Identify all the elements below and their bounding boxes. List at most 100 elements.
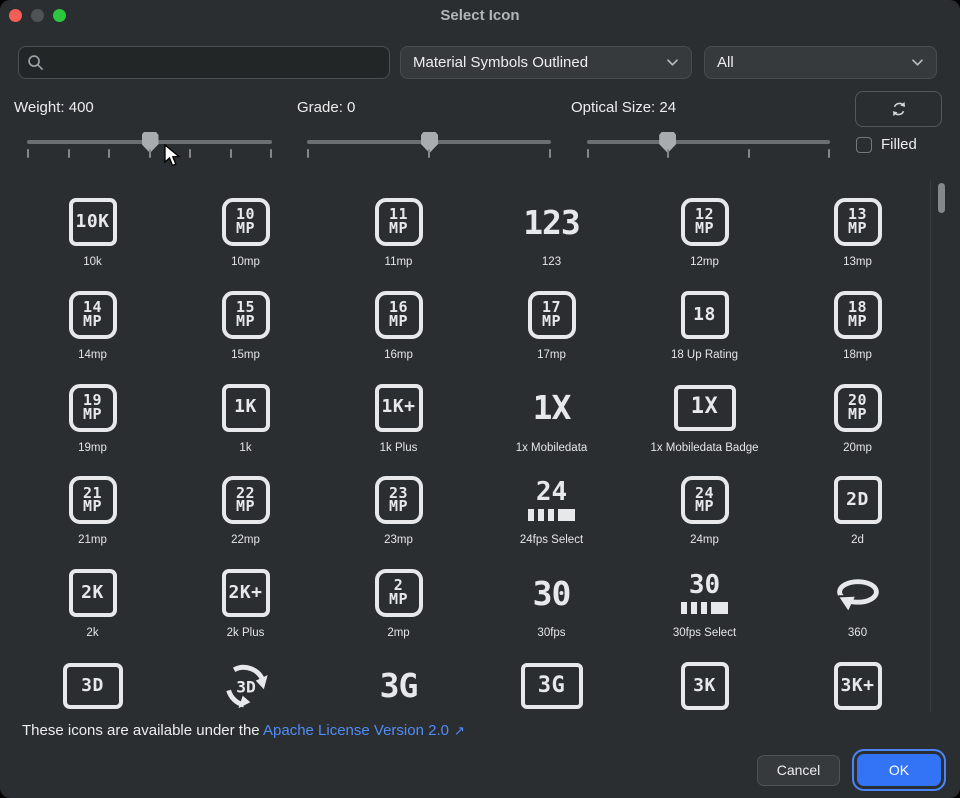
icon-label: 24mp <box>690 534 719 546</box>
filled-checkbox[interactable] <box>856 137 872 153</box>
icon-label: 20mp <box>843 442 872 454</box>
scrollbar-thumb[interactable] <box>938 183 945 213</box>
icon-label: 24fps Select <box>520 534 583 546</box>
icon-cell-17mp[interactable]: 17MP17mp <box>475 283 628 376</box>
icon-label: 2k <box>86 627 98 639</box>
icon-cell-15mp[interactable]: 15MP15mp <box>169 283 322 376</box>
icon-cell-3k[interactable]: 3K <box>628 654 781 712</box>
ok-button[interactable]: OK <box>857 754 941 786</box>
icon-label: 2k Plus <box>227 627 265 639</box>
icon-cell-3g[interactable]: 3G <box>475 654 628 712</box>
icon-cell-360[interactable]: 360 <box>781 561 934 654</box>
weight-slider-ticks <box>27 149 272 158</box>
icon-cell-12mp[interactable]: 12MP12mp <box>628 190 781 283</box>
category-value: All <box>717 54 734 71</box>
title-bar: Select Icon <box>0 0 960 32</box>
grid-divider <box>930 180 931 712</box>
icon-cell-11mp[interactable]: 11MP11mp <box>322 190 475 283</box>
icon-cell-1x-mobiledata-badge[interactable]: 1X1x Mobiledata Badge <box>628 376 781 469</box>
chevron-down-icon <box>666 58 679 67</box>
icon-cell-16mp[interactable]: 16MP16mp <box>322 283 475 376</box>
icon-label: 11mp <box>385 256 413 268</box>
icon-cell-3d[interactable]: 3D <box>169 654 322 712</box>
sync-refresh-icon <box>889 99 909 119</box>
license-note: These icons are available under the Apac… <box>22 722 465 739</box>
weight-label: Weight: 400 <box>14 99 94 116</box>
icon-label: 19mp <box>78 442 107 454</box>
chevron-down-icon <box>911 58 924 67</box>
icon-label: 16mp <box>384 349 413 361</box>
external-link-icon: ↗ <box>454 723 465 738</box>
icon-cell-3g[interactable]: 3G <box>322 654 475 712</box>
icon-label: 1k Plus <box>380 442 418 454</box>
icon-cell-10mp[interactable]: 10MP10mp <box>169 190 322 283</box>
icon-cell-13mp[interactable]: 13MP13mp <box>781 190 934 283</box>
icon-label: 10k <box>83 256 102 268</box>
svg-text:3D: 3D <box>236 677 256 696</box>
cancel-button[interactable]: Cancel <box>757 755 840 786</box>
select-icon-dialog: Select Icon Material Symbols Outlined Al… <box>0 0 960 798</box>
icon-label: 1k <box>239 442 251 454</box>
icon-cell-18mp[interactable]: 18MP18mp <box>781 283 934 376</box>
page-title: Select Icon <box>0 7 960 24</box>
icon-label: 123 <box>542 256 561 268</box>
360-rotation-icon <box>832 567 884 619</box>
icon-label: 360 <box>848 627 867 639</box>
icon-cell-123[interactable]: 123123 <box>475 190 628 283</box>
grade-slider[interactable] <box>307 140 551 144</box>
icon-cell-3k-[interactable]: 3K+ <box>781 654 934 712</box>
icon-label: 12mp <box>690 256 719 268</box>
icon-cell-1k-plus[interactable]: 1K+1k Plus <box>322 376 475 469</box>
icon-cell-2k-plus[interactable]: 2K+2k Plus <box>169 561 322 654</box>
font-family-value: Material Symbols Outlined <box>413 54 588 71</box>
icon-cell-2mp[interactable]: 2MP2mp <box>322 561 475 654</box>
icon-cell-1k[interactable]: 1K1k <box>169 376 322 469</box>
icon-label: 21mp <box>78 534 107 546</box>
icon-cell-1x-mobiledata[interactable]: 1X1x Mobiledata <box>475 376 628 469</box>
icon-label: 13mp <box>843 256 872 268</box>
grade-slider-ticks <box>307 149 551 158</box>
font-family-select[interactable]: Material Symbols Outlined <box>400 46 692 79</box>
icon-cell-24fps-select[interactable]: 2424fps Select <box>475 468 628 561</box>
icon-cell-18-up-rating[interactable]: 1818 Up Rating <box>628 283 781 376</box>
icon-cell-3d[interactable]: 3D <box>16 654 169 712</box>
apache-license-link[interactable]: Apache License Version 2.0 <box>263 722 449 739</box>
category-select[interactable]: All <box>704 46 937 79</box>
search-input[interactable] <box>51 53 381 72</box>
icon-label: 17mp <box>537 349 566 361</box>
icon-cell-30fps[interactable]: 3030fps <box>475 561 628 654</box>
icon-cell-14mp[interactable]: 14MP14mp <box>16 283 169 376</box>
icon-label: 18mp <box>843 349 872 361</box>
icon-label: 18 Up Rating <box>671 349 738 361</box>
license-text: These icons are available under the <box>22 722 263 739</box>
optical-size-slider-ticks <box>587 149 830 158</box>
icon-grid-scroll-area[interactable]: 10K10k10MP10mp11MP11mp12312312MP12mp13MP… <box>0 180 960 712</box>
icon-label: 1x Mobiledata <box>516 442 588 454</box>
icon-cell-23mp[interactable]: 23MP23mp <box>322 468 475 561</box>
icon-label: 22mp <box>231 534 260 546</box>
icon-label: 14mp <box>78 349 107 361</box>
icon-label: 2d <box>851 534 864 546</box>
icon-cell-22mp[interactable]: 22MP22mp <box>169 468 322 561</box>
icon-cell-21mp[interactable]: 21MP21mp <box>16 468 169 561</box>
filled-checkbox-label: Filled <box>881 136 917 153</box>
optical-size-label: Optical Size: 24 <box>571 99 676 116</box>
weight-slider[interactable] <box>27 140 272 144</box>
icon-grid: 10K10k10MP10mp11MP11mp12312312MP12mp13MP… <box>0 180 960 712</box>
icon-label: 30fps Select <box>673 627 736 639</box>
icon-cell-20mp[interactable]: 20MP20mp <box>781 376 934 469</box>
grade-label: Grade: 0 <box>297 99 355 116</box>
icon-cell-30fps-select[interactable]: 3030fps Select <box>628 561 781 654</box>
icon-cell-19mp[interactable]: 19MP19mp <box>16 376 169 469</box>
icon-cell-24mp[interactable]: 24MP24mp <box>628 468 781 561</box>
search-box[interactable] <box>18 46 390 79</box>
icon-cell-2d[interactable]: 2D2d <box>781 468 934 561</box>
icon-label: 15mp <box>231 349 260 361</box>
reset-button[interactable] <box>855 91 942 127</box>
search-icon <box>27 54 44 71</box>
optical-size-slider[interactable] <box>587 140 830 144</box>
icon-cell-2k[interactable]: 2K2k <box>16 561 169 654</box>
icon-label: 1x Mobiledata Badge <box>650 442 758 454</box>
icon-cell-10k[interactable]: 10K10k <box>16 190 169 283</box>
icon-label: 2mp <box>387 627 409 639</box>
